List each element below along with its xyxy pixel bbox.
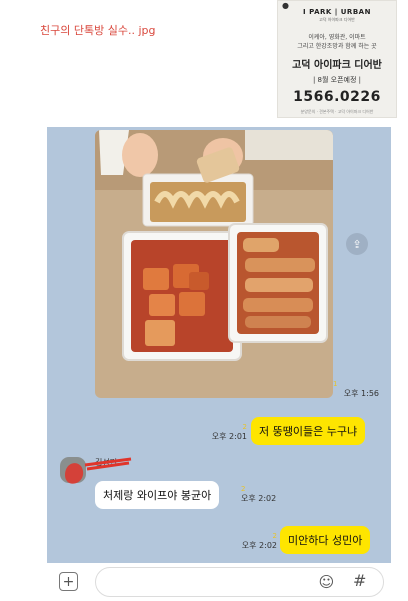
hash-icon[interactable]: # — [353, 571, 366, 590]
ad-brand-sub: 고덕 아이파크 디어반 — [319, 17, 355, 22]
unread-count: 1 — [333, 380, 338, 388]
message-time: 오후 2:02 — [241, 494, 277, 503]
plus-icon[interactable]: + — [59, 572, 78, 591]
unread-count: 2 — [241, 485, 246, 493]
message-meta: 2 오후 2:02 — [225, 532, 277, 551]
emoji-icon[interactable]: ☺ — [318, 574, 335, 591]
ad-brand-logo: I PARK | URBAN — [303, 8, 371, 16]
food-photo[interactable] — [95, 130, 333, 398]
message-time: 오후 2:02 — [241, 541, 277, 550]
ad-open-date: | 8월 오픈예정 | — [312, 76, 362, 84]
ad-info-icon[interactable]: ● — [282, 1, 289, 10]
chat-room: ⇪ 1 오후 1:56 2 오후 2:01 저 뚱땡이들은 누구냐 김성민 처제… — [47, 127, 391, 601]
post-title: 친구의 단톡방 실수.. jpg — [40, 24, 156, 37]
food-photo-image — [95, 130, 333, 398]
ad-fineprint: 분양문의 · 견본주택 · 고덕 아이파크 디어반 — [300, 109, 374, 114]
ad-text-line: 이케아, 영화관, 이마트 — [308, 34, 366, 41]
sent-message[interactable]: 미안하다 성민아 — [280, 526, 371, 554]
unread-count: 2 — [242, 423, 247, 431]
received-message[interactable]: 처제랑 와이프야 봉균아 — [95, 481, 220, 509]
chat-input-bar: + ☺ # — [47, 563, 391, 601]
share-icon[interactable]: ⇪ — [346, 233, 368, 255]
message-meta: 2 오후 2:01 — [197, 423, 247, 442]
message-time: 오후 2:01 — [211, 432, 247, 441]
image-message-meta: 1 오후 1:56 — [333, 380, 379, 399]
ad-phone-number: 1566.0226 — [293, 89, 381, 105]
ad-headline: 고덕 아이파크 디어반 — [292, 60, 382, 71]
message-input[interactable] — [95, 567, 384, 597]
ad-text-line: 그리고 한강조망과 함께 하는 곳 — [297, 43, 377, 50]
advertisement-banner[interactable]: ● I PARK | URBAN 고덕 아이파크 디어반 이케아, 영화관, 이… — [277, 0, 397, 118]
message-meta: 2 오후 2:02 — [241, 485, 287, 504]
sent-message[interactable]: 저 뚱땡이들은 누구냐 — [251, 417, 366, 445]
message-time: 오후 1:56 — [343, 389, 379, 398]
unread-count: 2 — [272, 532, 277, 540]
